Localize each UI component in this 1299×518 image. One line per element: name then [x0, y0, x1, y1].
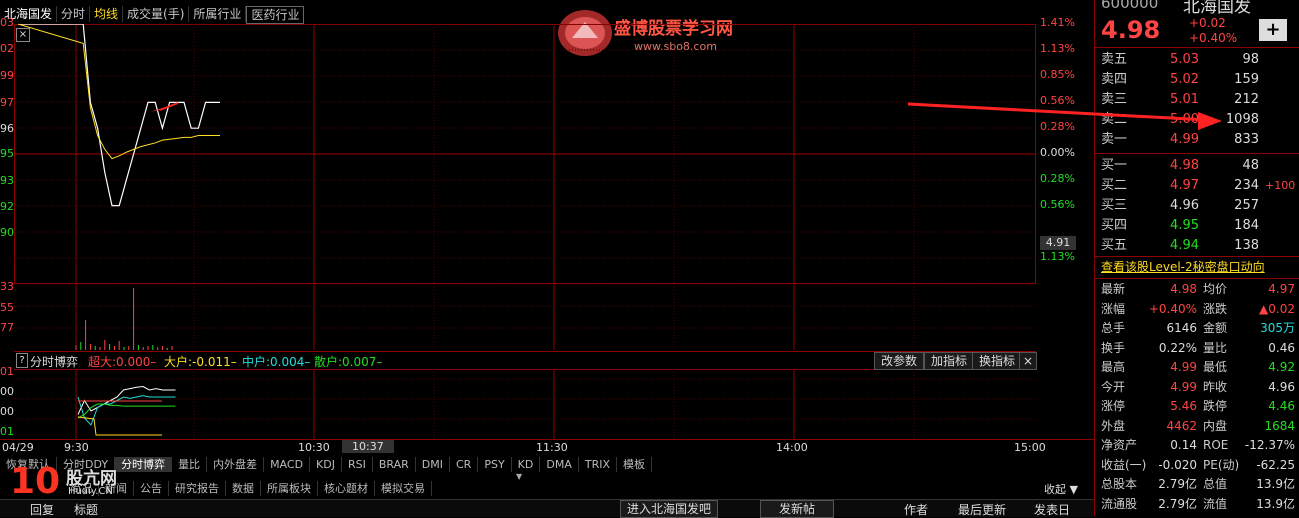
arrow-large-shaft [907, 102, 1209, 122]
arrow-large-icon [1198, 112, 1222, 130]
annotation-arrows [150, 102, 1222, 130]
arrow-small-shaft [159, 102, 179, 111]
